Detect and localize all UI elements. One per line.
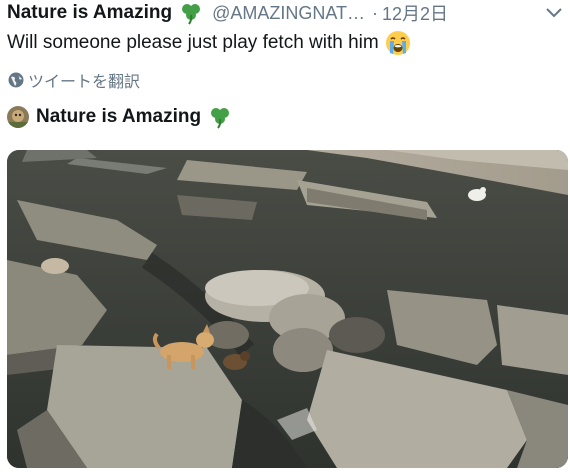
tweet-text: Will someone please just play fetch with… (7, 32, 379, 53)
video-thumbnail[interactable] (7, 150, 568, 468)
chevron-down-icon[interactable] (544, 4, 564, 22)
video-frame (7, 150, 568, 468)
globe-icon (8, 72, 24, 88)
card-display-name: Nature is Amazing (36, 106, 202, 127)
shamrock-icon (182, 4, 201, 25)
translate-tweet-link[interactable]: ツイートを翻訳 (8, 68, 140, 92)
embedded-card-header[interactable]: Nature is Amazing (7, 105, 232, 129)
tweet-date[interactable]: 12月2日 (382, 0, 448, 26)
tweet: Nature is Amazing @AMAZINGNAT… · 12月2日 W… (0, 0, 570, 472)
avatar (7, 106, 29, 128)
user-handle[interactable]: @AMAZINGNAT… (212, 3, 365, 24)
tweet-text-row: Will someone please just play fetch with… (7, 30, 411, 56)
display-name[interactable]: Nature is Amazing (7, 2, 172, 24)
translate-label: ツイートを翻訳 (28, 74, 141, 91)
separator-dot: · (372, 2, 379, 23)
tweet-header: Nature is Amazing @AMAZINGNAT… · 12月2日 (7, 0, 567, 26)
loudly-crying-face-icon (385, 31, 410, 55)
shamrock-icon (211, 108, 230, 129)
